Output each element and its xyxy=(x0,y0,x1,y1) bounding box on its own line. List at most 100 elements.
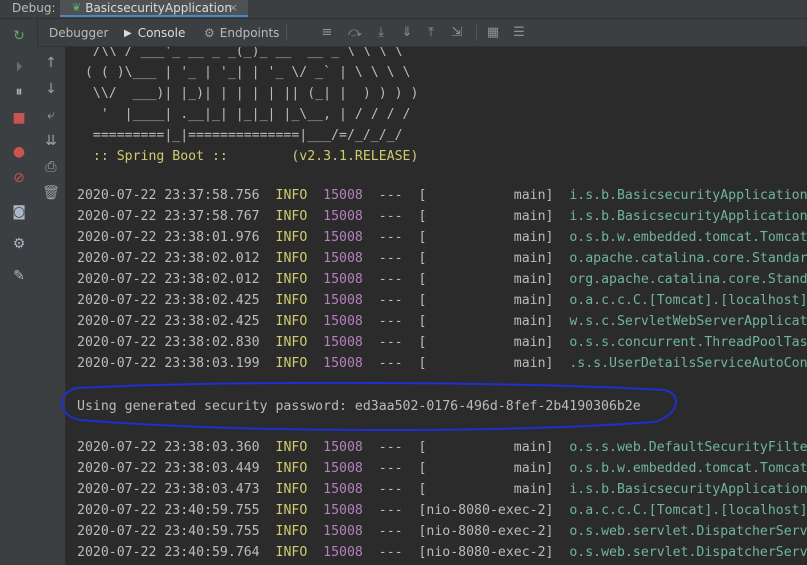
log-line: 2020-07-22 23:38:02.012 INFO 15008 --- [… xyxy=(77,248,807,269)
log-sep: --- xyxy=(378,209,403,224)
banner-line: \\/ ___)| |_)| | | | | || (_| | ) ) ) ) xyxy=(77,86,419,101)
log-logger: o.a.c.c.C.[Tomcat].[localhost].[/ xyxy=(569,503,807,518)
log-level: INFO xyxy=(275,209,308,224)
log-thread: [ main] xyxy=(418,293,554,308)
force-step-into-icon[interactable]: ⇓ xyxy=(398,23,416,41)
log-level: INFO xyxy=(275,188,308,203)
step-out-icon[interactable]: ⤒ xyxy=(422,23,440,41)
log-logger: o.a.c.c.C.[Tomcat].[localhost].[/ xyxy=(569,293,807,308)
mute-breakpoints-icon[interactable]: ⊘ xyxy=(9,168,29,188)
log-line: 2020-07-22 23:38:01.976 INFO 15008 --- [… xyxy=(77,227,807,248)
log-pid: 15008 xyxy=(323,293,363,308)
trash-icon[interactable]: 🗑 xyxy=(41,183,61,203)
scroll-to-end-icon[interactable]: ⇊ xyxy=(41,131,61,151)
rerun-icon[interactable]: ↻ xyxy=(9,26,29,46)
log-line: 2020-07-22 23:37:58.756 INFO 15008 --- [… xyxy=(77,185,807,206)
debug-actions-strip: ↻ ⏵ ⏸ ■ ● ⊘ ◙ ⚙ ✎ xyxy=(0,19,38,565)
log-line: 2020-07-22 23:38:03.360 INFO 15008 --- [… xyxy=(77,437,807,458)
log-level: INFO xyxy=(275,251,308,266)
pin-icon[interactable]: ✎ xyxy=(9,266,29,286)
tab-endpoints[interactable]: ⚙ Endpoints xyxy=(204,24,279,42)
spring-leaf-icon: ❦ xyxy=(72,1,82,14)
log-sep: --- xyxy=(378,482,403,497)
debug-label: Debug: xyxy=(12,1,56,15)
console-actions-strip: ↑ ↓ ⤶ ⇊ ⎙ 🗑 xyxy=(37,47,66,565)
log-line: 2020-07-22 23:38:02.012 INFO 15008 --- [… xyxy=(77,269,807,290)
log-thread: [nio-8080-exec-2] xyxy=(418,503,554,518)
tab-console-label: Console xyxy=(137,26,186,40)
log-logger: o.s.s.web.DefaultSecurityFilterCha xyxy=(569,440,807,455)
log-pid: 15008 xyxy=(323,335,363,350)
banner-line: =========|_|==============|___/=/_/_/_/ xyxy=(77,128,403,143)
up-arrow-icon[interactable]: ↑ xyxy=(41,53,61,73)
log-thread: [ main] xyxy=(418,356,554,371)
run-to-cursor-icon[interactable]: ⇲ xyxy=(448,23,466,41)
log-level: INFO xyxy=(275,524,308,539)
tab-debugger[interactable]: Debugger xyxy=(49,24,108,42)
banner-line: ' |____| .__|_| |_|_| |_\__, | / / / / xyxy=(77,107,411,122)
log-pid: 15008 xyxy=(323,524,363,539)
log-pid: 15008 xyxy=(323,503,363,518)
log-ts: 2020-07-22 23:38:01.976 xyxy=(77,230,260,245)
log-pid: 15008 xyxy=(323,440,363,455)
log-line: 2020-07-22 23:40:59.755 INFO 15008 --- [… xyxy=(77,521,807,542)
run-config-tab-title: BasicsecurityApplication xyxy=(85,0,232,15)
debug-tool-window-header: Debug: ❦ BasicsecurityApplication × xyxy=(0,0,807,19)
view-breakpoints-icon[interactable]: ● xyxy=(9,142,29,162)
log-logger: o.s.b.w.embedded.tomcat.TomcatWebS xyxy=(569,230,807,245)
log-sep: --- xyxy=(378,335,403,350)
show-execution-point-icon[interactable]: ≡ xyxy=(318,23,336,41)
log-thread: [ main] xyxy=(418,314,554,329)
pause-icon[interactable]: ⏸ xyxy=(9,82,29,102)
log-logger: o.s.s.concurrent.ThreadPoolTaskExe xyxy=(569,335,807,350)
log-logger: o.s.b.w.embedded.tomcat.TomcatWebS xyxy=(569,461,807,476)
log-ts: 2020-07-22 23:37:58.756 xyxy=(77,188,260,203)
run-config-tab[interactable]: ❦ BasicsecurityApplication × xyxy=(60,0,248,17)
log-level: INFO xyxy=(275,314,308,329)
log-line: 2020-07-22 23:38:03.199 INFO 15008 --- [… xyxy=(77,353,807,374)
log-thread: [ main] xyxy=(418,230,554,245)
banner-line: ( ( )\___ | '_ | '_| | '_ \/ _` | \ \ \ … xyxy=(77,65,411,80)
stop-icon[interactable]: ■ xyxy=(9,108,29,128)
down-arrow-icon[interactable]: ↓ xyxy=(41,79,61,99)
toolbar-separator xyxy=(286,25,287,41)
log-logger: .s.s.UserDetailsServiceAutoConfigu xyxy=(569,356,807,371)
close-icon[interactable]: × xyxy=(229,1,238,14)
log-level: INFO xyxy=(275,503,308,518)
camera-icon[interactable]: ◙ xyxy=(9,202,29,222)
log-line: 2020-07-22 23:38:02.425 INFO 15008 --- [… xyxy=(77,311,807,332)
annotation-ellipse xyxy=(61,381,677,431)
console-output[interactable]: /\\ / ___'_ __ _ _(_)_ __ __ _ \ \ \ \ (… xyxy=(66,47,807,565)
step-over-icon[interactable]: ⤼ xyxy=(346,23,364,41)
log-pid: 15008 xyxy=(323,314,363,329)
tab-console[interactable]: ▶ Console xyxy=(124,24,185,42)
log-ts: 2020-07-22 23:38:03.473 xyxy=(77,482,260,497)
log-ts: 2020-07-22 23:40:59.755 xyxy=(77,503,260,518)
log-thread: [ main] xyxy=(418,209,554,224)
log-line: 2020-07-22 23:38:02.830 INFO 15008 --- [… xyxy=(77,332,807,353)
log-sep: --- xyxy=(378,461,403,476)
log-pid: 15008 xyxy=(323,272,363,287)
log-logger: org.apache.catalina.core.StandardE xyxy=(569,272,807,287)
log-ts: 2020-07-22 23:38:02.012 xyxy=(77,251,260,266)
log-logger: o.apache.catalina.core.StandardSer xyxy=(569,251,807,266)
evaluate-expression-icon[interactable]: ▦ xyxy=(484,23,502,41)
log-level: INFO xyxy=(275,545,308,560)
resume-icon[interactable]: ⏵ xyxy=(9,57,29,77)
settings-icon[interactable]: ☰ xyxy=(510,23,528,41)
log-level: INFO xyxy=(275,272,308,287)
log-level: INFO xyxy=(275,440,308,455)
step-into-icon[interactable]: ⤓ xyxy=(372,23,390,41)
log-logger: i.s.b.BasicsecurityApplication xyxy=(569,188,807,203)
log-thread: [ main] xyxy=(418,335,554,350)
banner-line: /\\ / ___'_ __ _ _(_)_ __ __ _ \ \ \ \ xyxy=(77,47,403,59)
log-sep: --- xyxy=(378,251,403,266)
log-thread: [ main] xyxy=(418,461,554,476)
soft-wrap-icon[interactable]: ⤶ xyxy=(41,105,61,125)
log-pid: 15008 xyxy=(323,230,363,245)
log-sep: --- xyxy=(378,356,403,371)
log-logger: o.s.web.servlet.DispatcherServlet xyxy=(569,545,807,560)
log-level: INFO xyxy=(275,335,308,350)
gear-icon[interactable]: ⚙ xyxy=(9,234,29,254)
print-icon[interactable]: ⎙ xyxy=(41,157,61,177)
